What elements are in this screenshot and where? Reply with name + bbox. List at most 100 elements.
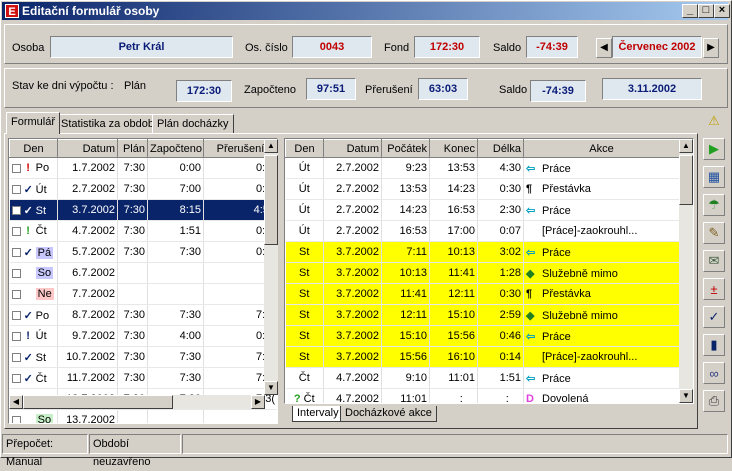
row-checkbox[interactable] <box>11 311 21 321</box>
col-header[interactable]: Počátek <box>381 139 430 158</box>
cell-plan: 7:30 <box>117 346 148 368</box>
day-name: St <box>299 267 310 279</box>
table-row[interactable]: St 3.7.2002 10:13 11:41 1:28 ◆ Služebně mimo <box>285 262 680 284</box>
table-row[interactable]: Út 2.7.2002 9:23 13:53 4:30 ⇦ Práce <box>285 157 680 179</box>
table-row[interactable]: ✓ Čt11.7.20027:307:307:3( <box>9 367 277 389</box>
col-header[interactable]: Konec <box>429 139 478 158</box>
scroll-down-icon[interactable]: ▼ <box>264 381 278 395</box>
table-row[interactable]: ! Čt4.7.20027:301:510:0( <box>9 220 277 242</box>
palm-icon[interactable]: ☂ <box>703 194 725 216</box>
close-button[interactable]: × <box>714 4 730 18</box>
tab-dochazkove-akce[interactable]: Docházkové akce <box>340 406 437 422</box>
row-checkbox[interactable] <box>11 374 21 384</box>
row-checkbox[interactable] <box>11 163 21 173</box>
cell-date: 2.7.2002 <box>323 157 382 179</box>
print-icon[interactable]: ⎙ <box>703 390 725 412</box>
tab-plan-dochazky[interactable]: Plán docházky <box>152 114 234 134</box>
row-checkbox[interactable] <box>11 415 21 423</box>
row-checkbox[interactable] <box>11 353 21 363</box>
check-icon[interactable]: ✓ <box>703 306 725 328</box>
binoculars-icon[interactable]: ∞ <box>703 362 725 384</box>
cell-len: 0:46 <box>477 325 524 347</box>
play-icon[interactable]: ▶ <box>703 138 725 160</box>
action-label: Služebně mimo <box>542 309 618 322</box>
table-row[interactable]: ! Út9.7.20027:304:000:0( <box>9 325 277 347</box>
col-header[interactable]: Plán <box>117 139 148 158</box>
table-row[interactable]: ? Čt 4.7.2002 11:01 __:__ __:__ D Dovolená <box>285 388 680 403</box>
table-row[interactable]: Ne 7.7.2002 <box>9 283 277 305</box>
days-vscrollbar[interactable]: ▲ ▼ <box>264 139 278 395</box>
scroll-up-icon[interactable]: ▲ <box>264 139 278 153</box>
table-row[interactable]: ✓ Pá5.7.20027:307:300:0( <box>9 241 277 263</box>
action-icon: ◆ <box>526 267 535 280</box>
col-header[interactable]: Délka <box>477 139 524 158</box>
cell-start: 12:11 <box>381 304 430 326</box>
bars-icon[interactable]: ▮ <box>703 334 725 356</box>
col-header[interactable]: Den <box>9 139 58 158</box>
table-row[interactable]: ! Po1.7.20027:300:000:0( <box>9 157 277 179</box>
col-header[interactable]: Akce <box>523 139 680 158</box>
cell-plan: 7:30 <box>117 241 148 263</box>
calendar-icon[interactable]: ▦ <box>703 166 725 188</box>
warning-icon[interactable]: ⚠ <box>703 110 725 132</box>
table-row[interactable]: St 3.7.2002 11:41 12:11 0:30 ¶ Přestávka <box>285 283 680 305</box>
days-hscrollbar[interactable]: ◀ ▶ <box>9 395 265 409</box>
table-row[interactable]: Út 2.7.2002 16:53 17:00 0:07 [Práce]-zaokrouh… <box>285 220 680 242</box>
col-header[interactable]: Datum <box>57 139 118 158</box>
row-checkbox[interactable] <box>11 206 21 216</box>
map-icon[interactable]: ✎ <box>703 222 725 244</box>
row-checkbox[interactable] <box>11 248 21 258</box>
status-mark-icon: ✓ <box>23 246 33 259</box>
table-row[interactable]: Út 2.7.2002 14:23 16:53 2:30 ⇦ Práce <box>285 199 680 221</box>
table-row[interactable]: ✓ St3.7.20027:308:154:57 <box>9 199 277 221</box>
note-icon[interactable]: ✉ <box>703 250 725 272</box>
table-row[interactable]: So 13.7.2002 <box>9 409 277 423</box>
status-mark-icon: ✓ <box>23 204 33 217</box>
maximize-button[interactable]: □ <box>698 4 714 18</box>
table-row[interactable]: ✓ Po8.7.20027:307:307:3( <box>9 304 277 326</box>
row-checkbox[interactable] <box>11 289 21 299</box>
action-icon: ⇦ <box>526 330 536 343</box>
table-row[interactable]: St 3.7.2002 7:11 10:13 3:02 ⇦ Práce <box>285 241 680 263</box>
next-month-button[interactable]: ▶ <box>703 38 719 58</box>
scroll-thumb[interactable] <box>679 155 693 205</box>
table-row[interactable]: So 6.7.2002 <box>9 262 277 284</box>
table-row[interactable]: Út 2.7.2002 13:53 14:23 0:30 ¶ Přestávka <box>285 178 680 200</box>
tab-intervaly[interactable]: Intervaly <box>292 406 344 422</box>
day-name: St <box>35 204 47 217</box>
cell-zap: 4:00 <box>147 325 204 347</box>
table-row[interactable]: ✓ Út2.7.20027:307:000:3( <box>9 178 277 200</box>
scroll-left-icon[interactable]: ◀ <box>9 395 23 409</box>
fond-label: Fond <box>384 42 410 54</box>
intervals-vscrollbar[interactable]: ▲ ▼ <box>679 139 693 403</box>
cell-zap: 7:30 <box>147 367 204 389</box>
tab-statistika[interactable]: Statistika za období <box>56 114 163 134</box>
col-header[interactable]: Den <box>285 139 324 158</box>
cell-zap: 1:51 <box>147 220 204 242</box>
scroll-up-icon[interactable]: ▲ <box>679 139 693 153</box>
prev-month-button[interactable]: ◀ <box>596 38 612 58</box>
table-row[interactable]: St 3.7.2002 12:11 15:10 2:59 ◆ Služebně mimo <box>285 304 680 326</box>
tab-formular[interactable]: Formulář <box>6 112 61 134</box>
cell-len: 0:30 <box>477 178 524 200</box>
scroll-right-icon[interactable]: ▶ <box>251 395 265 409</box>
row-checkbox[interactable] <box>11 331 21 341</box>
saldo-value: -74:39 <box>526 36 578 58</box>
minimize-button[interactable]: _ <box>682 4 698 18</box>
col-header[interactable]: Započteno <box>147 139 204 158</box>
table-row[interactable]: Čt 4.7.2002 9:10 11:01 1:51 ⇦ Práce <box>285 367 680 389</box>
scroll-down-icon[interactable]: ▼ <box>679 389 693 403</box>
table-row[interactable]: ✓ St10.7.20027:307:307:3( <box>9 346 277 368</box>
row-checkbox[interactable] <box>11 185 21 195</box>
scroll-thumb[interactable] <box>264 155 278 245</box>
table-row[interactable]: St 3.7.2002 15:10 15:56 0:46 ⇦ Práce <box>285 325 680 347</box>
cell-end: 16:53 <box>429 199 478 221</box>
day-name: St <box>299 351 310 363</box>
cell-plan: 7:30 <box>117 325 148 347</box>
row-checkbox[interactable] <box>11 226 21 236</box>
hscroll-thumb[interactable] <box>23 395 173 409</box>
plus-minus-icon[interactable]: ± <box>703 278 725 300</box>
col-header[interactable]: Datum <box>323 139 382 158</box>
table-row[interactable]: St 3.7.2002 15:56 16:10 0:14 [Práce]-zaokrouh… <box>285 346 680 368</box>
row-checkbox[interactable] <box>11 268 21 278</box>
